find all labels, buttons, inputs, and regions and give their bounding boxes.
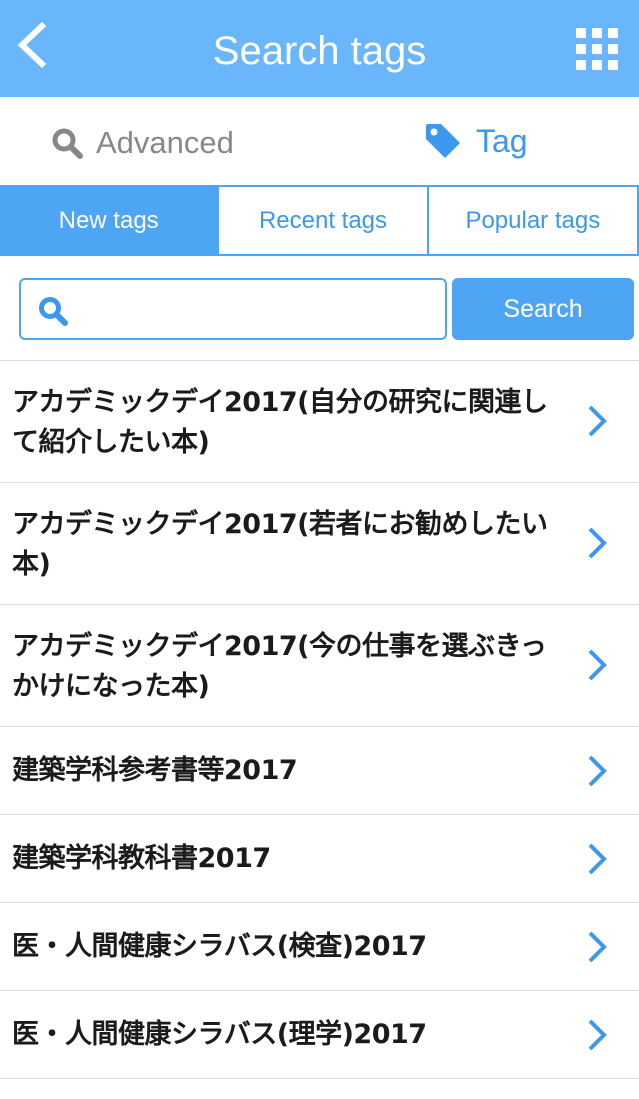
tab-recent-tags[interactable]: Recent tags xyxy=(217,187,427,254)
tag-icon xyxy=(426,124,460,158)
list-item[interactable]: 医・人間健康シラバス(検査)2017 xyxy=(0,903,639,991)
chevron-right-icon xyxy=(588,843,607,875)
tab-new-tags[interactable]: New tags xyxy=(0,187,218,254)
chevron-right-icon xyxy=(588,755,607,787)
search-mode-switch: Advanced Tag xyxy=(0,97,639,185)
list-item[interactable]: 医・人間健康シラバス(理学)2017 xyxy=(0,991,639,1079)
search-input[interactable] xyxy=(83,288,433,332)
tab-popular-tags[interactable]: Popular tags xyxy=(426,187,637,254)
page-title: Search tags xyxy=(212,29,427,73)
tag-name: アカデミックデイ2017(自分の研究に関連して紹介したい本) xyxy=(12,387,548,458)
tag-name: アカデミックデイ2017(今の仕事を選ぶきっかけになった本) xyxy=(12,631,547,702)
advanced-label: Advanced xyxy=(96,125,234,160)
chevron-right-icon xyxy=(588,1019,607,1051)
tag-name: 建築学科教科書2017 xyxy=(12,843,271,874)
search-icon xyxy=(52,128,83,159)
grid-menu-icon[interactable] xyxy=(576,28,622,74)
chevron-right-icon xyxy=(588,405,607,437)
tag-tabs: New tags Recent tags Popular tags xyxy=(0,185,639,256)
tag-name: 医・人間健康シラバス(検査)2017 xyxy=(12,931,427,962)
search-button[interactable]: Search xyxy=(452,278,634,340)
chevron-left-icon[interactable] xyxy=(14,22,54,68)
list-item[interactable]: アカデミックデイ2017(自分の研究に関連して紹介したい本) xyxy=(0,361,639,483)
chevron-right-icon xyxy=(588,931,607,963)
tag-name: 医・人間健康シラバス(理学)2017 xyxy=(12,1019,427,1050)
tag-list: アカデミックデイ2017(自分の研究に関連して紹介したい本) アカデミックデイ2… xyxy=(0,360,639,1079)
chevron-right-icon xyxy=(588,649,607,681)
tag-name: アカデミックデイ2017(若者にお勧めしたい本) xyxy=(12,509,548,580)
tag-search-button[interactable]: Tag xyxy=(424,121,528,161)
chevron-right-icon xyxy=(588,527,607,559)
tag-name: 建築学科参考書等2017 xyxy=(12,755,298,786)
tag-label: Tag xyxy=(476,122,528,159)
search-row: Search xyxy=(0,256,639,360)
search-box xyxy=(19,278,447,340)
list-item[interactable]: アカデミックデイ2017(若者にお勧めしたい本) xyxy=(0,483,639,605)
list-item[interactable]: 建築学科教科書2017 xyxy=(0,815,639,903)
advanced-search-button[interactable]: Advanced xyxy=(50,123,234,163)
list-item[interactable]: アカデミックデイ2017(今の仕事を選ぶきっかけになった本) xyxy=(0,605,639,727)
search-icon xyxy=(39,297,68,326)
list-item[interactable]: 建築学科参考書等2017 xyxy=(0,727,639,815)
app-header: Search tags xyxy=(0,0,639,97)
